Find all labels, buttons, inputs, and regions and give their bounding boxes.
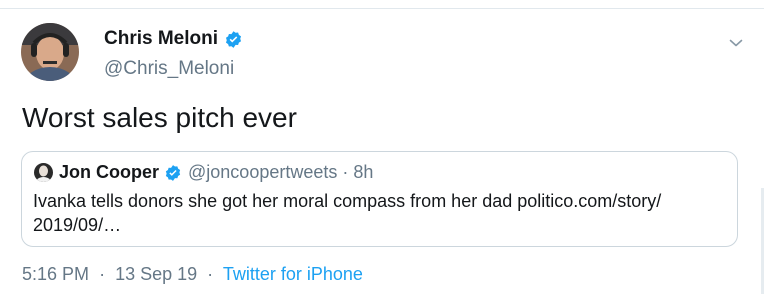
quoted-tweet-text: Ivanka tells donors she got her moral co…	[33, 191, 662, 235]
tweet-date[interactable]: 13 Sep 19	[115, 264, 197, 284]
quoted-author-avatar-image	[34, 163, 53, 182]
quoted-tweet-header: Jon Cooper @joncoopertweets · 8h	[34, 162, 373, 183]
quoted-tweet-card[interactable]: Jon Cooper @joncoopertweets · 8h Ivanka …	[21, 151, 738, 247]
quoted-author-avatar	[34, 163, 53, 182]
quoted-separator: ·	[342, 162, 349, 182]
author-handle[interactable]: @Chris_Meloni	[104, 58, 234, 80]
chevron-down-icon[interactable]	[728, 35, 744, 51]
verified-badge-icon	[225, 30, 242, 48]
tweet-metadata: 5:16 PM · 13 Sep 19 · Twitter for iPhone	[22, 264, 363, 285]
meta-separator: ·	[99, 264, 106, 284]
quoted-author-display-name: Jon Cooper	[59, 162, 160, 182]
tweet-text: Worst sales pitch ever	[22, 102, 297, 133]
meta-separator: ·	[207, 264, 214, 284]
quoted-verified-badge-icon	[165, 164, 181, 181]
quoted-tweet-age: 8h	[353, 162, 374, 182]
author-avatar[interactable]	[21, 23, 79, 81]
tweet-time[interactable]: 5:16 PM	[22, 264, 89, 284]
author-avatar-image	[21, 23, 79, 81]
author-name-row: Chris Meloni	[104, 28, 243, 50]
tweet-source-link[interactable]: Twitter for iPhone	[223, 264, 363, 284]
quoted-author-handle: @joncoopertweets	[188, 162, 338, 182]
top-divider	[0, 8, 764, 9]
author-display-name[interactable]: Chris Meloni	[104, 28, 218, 50]
